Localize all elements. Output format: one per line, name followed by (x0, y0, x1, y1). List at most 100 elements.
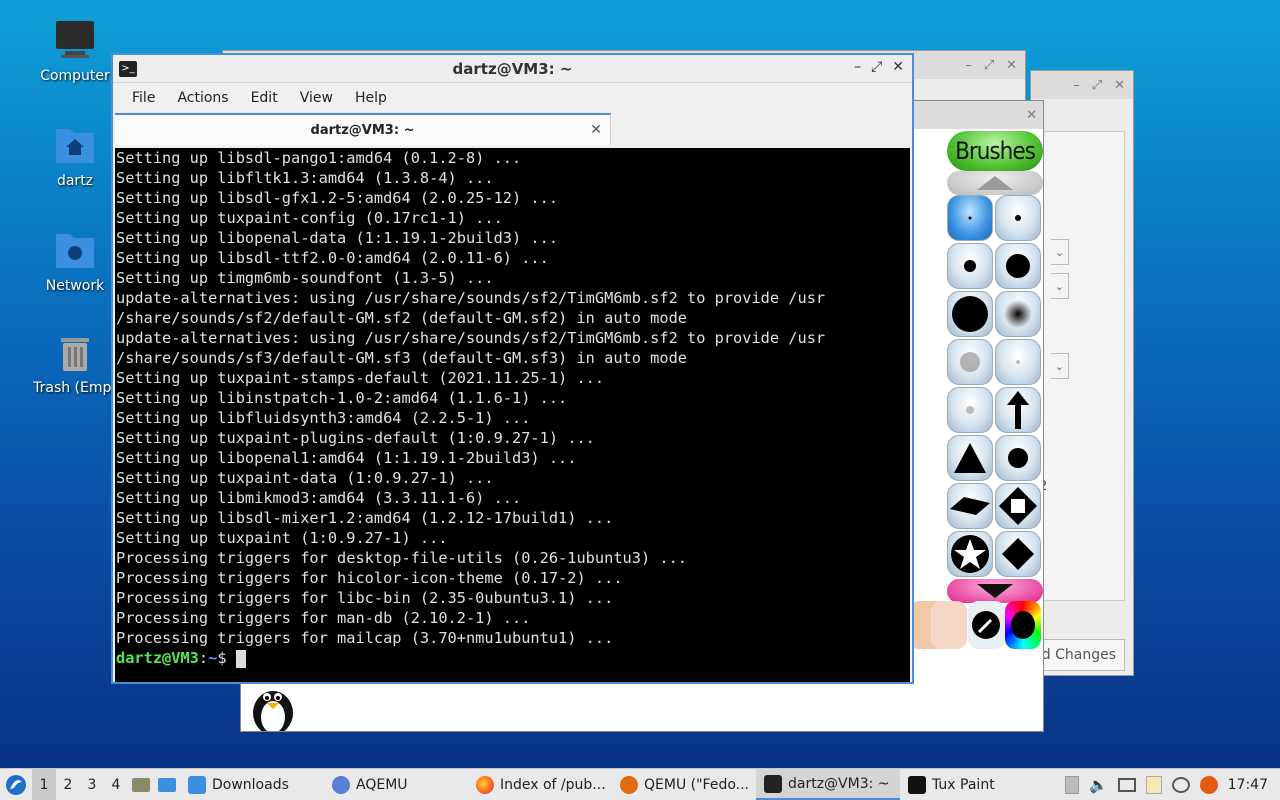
brush-button[interactable] (995, 195, 1041, 241)
brush-button[interactable] (947, 531, 993, 577)
close-icon[interactable]: ✕ (1114, 78, 1125, 93)
scroll-tray-icon[interactable] (1064, 776, 1079, 794)
menu-view[interactable]: View (289, 90, 344, 106)
brush-button[interactable] (995, 483, 1041, 529)
terminal-tab-label: dartz@VM3: ~ (310, 122, 415, 138)
color-swatch[interactable] (931, 601, 967, 649)
brush-button[interactable] (947, 387, 993, 433)
folder-icon (188, 775, 206, 794)
dropdown-chevron-icon[interactable]: ⌄ (1051, 273, 1069, 299)
terminal-window[interactable]: >_ dartz@VM3: ~ – ⤢ ✕ File Actions Edit … (111, 53, 914, 684)
menu-actions[interactable]: Actions (166, 90, 239, 106)
desktop-icon-label: Network (45, 278, 105, 294)
triangle-icon (954, 443, 986, 473)
firefox-icon (476, 775, 494, 794)
scroll-down-button[interactable] (947, 579, 1043, 603)
brush-button[interactable] (947, 435, 993, 481)
task-downloads[interactable]: Downloads (180, 769, 324, 800)
dropdown-chevron-icon[interactable]: ⌄ (1051, 353, 1069, 379)
menu-help[interactable]: Help (344, 90, 398, 106)
color-picker-button[interactable] (968, 601, 1004, 649)
arrow-down-icon (977, 584, 1013, 598)
terminal-line: Processing triggers for libc-bin (2.35-0… (116, 589, 614, 607)
task-label: dartz@VM3: ~ (788, 775, 890, 792)
arrow-up-brush-icon (1007, 391, 1029, 429)
eyedropper-icon (972, 611, 1000, 639)
brush-button[interactable] (947, 195, 993, 241)
brush-button[interactable] (995, 291, 1041, 337)
dot-faint-icon (1016, 360, 1020, 364)
color-rainbow-button[interactable] (1005, 601, 1041, 649)
brush-button[interactable] (995, 339, 1041, 385)
minimize-icon[interactable]: – (965, 58, 972, 73)
brushes-title: Brushes (947, 131, 1043, 171)
terminal-icon (764, 774, 782, 793)
maximize-icon[interactable]: ⤢ (871, 59, 882, 75)
clipboard-icon[interactable] (1145, 776, 1162, 794)
task-label: Tux Paint (932, 776, 995, 793)
brush-button[interactable] (947, 483, 993, 529)
terminal-line: Setting up libfluidsynth3:amd64 (2.2.5-1… (116, 409, 531, 427)
tuxpaint-icon (908, 775, 926, 794)
update-notifier-icon[interactable] (1199, 776, 1218, 794)
network-tray-icon[interactable] (1171, 777, 1190, 793)
brush-button[interactable] (995, 387, 1041, 433)
dot-small-icon (968, 216, 972, 220)
volume-icon[interactable]: 🔈 (1089, 776, 1108, 794)
terminal-tab[interactable]: dartz@VM3: ~ ✕ (115, 113, 611, 145)
task-terminal[interactable]: dartz@VM3: ~ (756, 769, 900, 800)
dropdown-chevron-icon[interactable]: ⌄ (1051, 239, 1069, 265)
workspace-1[interactable]: 1 (32, 769, 56, 800)
terminal-line: Processing triggers for mailcap (3.70+nm… (116, 629, 614, 647)
task-aqemu[interactable]: AQEMU (324, 769, 468, 800)
terminal-prompt[interactable]: dartz@VM3:~$ (116, 648, 910, 668)
brush-button[interactable] (995, 435, 1041, 481)
start-menu-button[interactable] (0, 769, 32, 800)
terminal-icon[interactable]: >_ (119, 60, 137, 77)
display-icon[interactable] (1117, 778, 1136, 792)
task-label: AQEMU (356, 776, 408, 793)
maximize-icon[interactable]: ⤢ (1092, 78, 1102, 93)
workspace-2[interactable]: 2 (56, 769, 80, 800)
brush-button[interactable] (947, 291, 993, 337)
terminal-line: Setting up tuxpaint-plugins-default (1:0… (116, 429, 595, 447)
menu-edit[interactable]: Edit (240, 90, 289, 106)
close-icon[interactable]: ✕ (1006, 58, 1017, 73)
terminal-output[interactable]: Setting up libsdl-pango1:amd64 (0.1.2-8)… (115, 148, 910, 682)
desktop-icon-label: Computer (40, 68, 110, 84)
discard-changes-button[interactable]: rd Changes (1031, 639, 1125, 671)
background-window-2[interactable]: –⤢✕ ⌄ ⌄ ⌄ 2 rd Changes (1030, 70, 1134, 676)
close-icon[interactable]: ✕ (1026, 108, 1037, 123)
terminal-line: Setting up tuxpaint-config (0.17rc1-1) .… (116, 209, 503, 227)
file-manager-launcher[interactable] (128, 769, 154, 800)
task-tuxpaint[interactable]: Tux Paint (900, 769, 1044, 800)
dot-small-icon (1015, 215, 1021, 221)
show-desktop-launcher[interactable] (154, 769, 180, 800)
terminal-line: Setting up timgm6mb-soundfont (1.3-5) ..… (116, 269, 494, 287)
close-tab-icon[interactable]: ✕ (590, 122, 602, 138)
clock[interactable]: 17:47 (1228, 777, 1268, 793)
terminal-line: /share/sounds/sf3/default-GM.sf3 (defaul… (116, 349, 687, 367)
terminal-line: Setting up libfltk1.3:amd64 (1.3.8-4) ..… (116, 169, 494, 187)
close-icon[interactable]: ✕ (892, 59, 904, 75)
maximize-icon[interactable]: ⤢ (984, 58, 994, 73)
brush-button[interactable] (995, 531, 1041, 577)
scroll-up-button[interactable] (947, 171, 1043, 195)
terminal-line: Setting up tuxpaint-stamps-default (2021… (116, 369, 605, 387)
workspace-4[interactable]: 4 (104, 769, 128, 800)
terminal-line: Processing triggers for hicolor-icon-the… (116, 569, 623, 587)
task-firefox[interactable]: Index of /pub... (468, 769, 612, 800)
terminal-titlebar[interactable]: >_ dartz@VM3: ~ – ⤢ ✕ (113, 55, 912, 83)
terminal-line: /share/sounds/sf2/default-GM.sf2 (defaul… (116, 309, 687, 327)
dot-medium-icon (964, 260, 976, 272)
task-qemu[interactable]: QEMU ("Fedo... (612, 769, 756, 800)
brush-button[interactable] (947, 243, 993, 289)
workspace-3[interactable]: 3 (80, 769, 104, 800)
menu-file[interactable]: File (121, 90, 166, 106)
minimize-icon[interactable]: – (1073, 78, 1080, 93)
brush-button[interactable] (995, 243, 1041, 289)
brush-button[interactable] (947, 339, 993, 385)
minimize-icon[interactable]: – (854, 59, 861, 75)
system-tray: 🔈 17:47 (1064, 769, 1280, 800)
trash-icon (61, 338, 89, 371)
